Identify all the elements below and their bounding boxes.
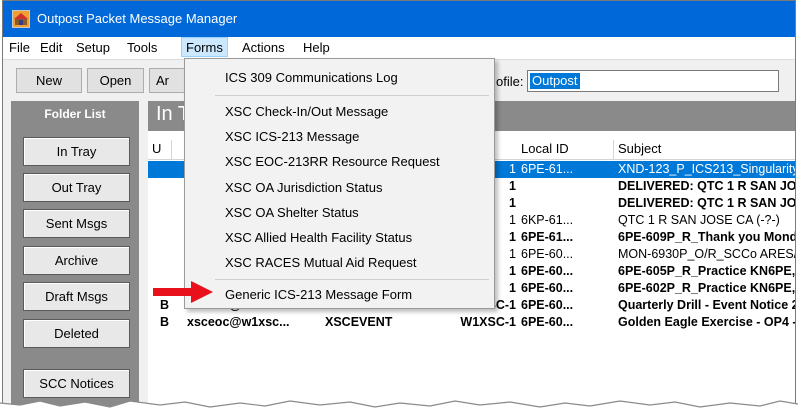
cell-local-id: 6PE-60... — [521, 247, 574, 261]
menu-item-xsc-checkin[interactable]: XSC Check-In/Out Message — [225, 104, 388, 119]
menu-item-xsc-oa-shelter[interactable]: XSC OA Shelter Status — [225, 205, 359, 220]
menu-item-xsc-allied-health[interactable]: XSC Allied Health Facility Status — [225, 230, 412, 245]
cell-subject: 6PE-609P_R_Thank you Monday — [618, 230, 796, 244]
cell-local-id: 6PE-60... — [521, 298, 574, 312]
window-title: Outpost Packet Message Manager — [37, 11, 238, 26]
cell-local-id: 6PE-61... — [521, 162, 574, 176]
menu-setup[interactable]: Setup — [76, 40, 110, 55]
column-local-id[interactable]: Local ID — [517, 140, 614, 159]
profile-field[interactable]: Outpost — [527, 70, 779, 92]
table-row[interactable]: Bxsceoc@w1xsc... XSCEVENT W1XSC-1 6PE-60...… — [148, 314, 796, 331]
title-bar: Outpost Packet Message Manager — [3, 1, 795, 37]
cell-local-id: 6PE-60... — [521, 315, 574, 329]
cell-u: B — [160, 315, 170, 329]
menu-help[interactable]: Help — [303, 40, 330, 55]
menu-item-xsc-ics213[interactable]: XSC ICS-213 Message — [225, 129, 359, 144]
profile-value: Outpost — [530, 73, 580, 89]
menu-item-xsc-oa-jurisdiction[interactable]: XSC OA Jurisdiction Status — [225, 180, 383, 195]
app-window: Outpost Packet Message Manager File Edit… — [2, 0, 796, 411]
open-button[interactable]: Open — [87, 68, 144, 93]
folder-in-tray[interactable]: In Tray — [23, 137, 130, 166]
cell-subject: QTC 1 R SAN JOSE CA (-?-) — [618, 213, 780, 227]
folder-archive[interactable]: Archive — [23, 246, 130, 275]
menu-actions[interactable]: Actions — [242, 40, 285, 55]
menu-file[interactable]: File — [9, 40, 30, 55]
column-subject[interactable]: Subject — [614, 140, 795, 159]
archive-button[interactable]: Ar — [149, 68, 189, 93]
column-u[interactable]: U — [148, 140, 172, 159]
cell-subject: XND-123_P_ICS213_Singularity — [618, 162, 796, 176]
menu-bar: File Edit Setup Tools Forms Actions Help — [3, 37, 795, 60]
outpost-app-icon — [12, 10, 30, 28]
folder-draft-msgs[interactable]: Draft Msgs — [23, 282, 130, 311]
forms-dropdown-menu: ICS 309 Communications Log XSC Check-In/… — [184, 58, 495, 309]
cell-subject: 6PE-605P_R_Practice KN6PE, J — [618, 264, 796, 278]
profile-label: ofile: — [496, 74, 524, 89]
menu-item-ics309[interactable]: ICS 309 Communications Log — [225, 70, 398, 85]
menu-forms[interactable]: Forms — [181, 37, 228, 57]
menu-item-generic-ics213[interactable]: Generic ICS-213 Message Form — [225, 287, 412, 302]
menu-edit[interactable]: Edit — [40, 40, 62, 55]
menu-item-xsc-eoc213rr[interactable]: XSC EOC-213RR Resource Request — [225, 154, 440, 169]
folder-deleted[interactable]: Deleted — [23, 319, 130, 348]
menu-separator — [215, 279, 489, 280]
folder-scc-notices[interactable]: SCC Notices — [23, 369, 130, 398]
cell-local-id: 6PE-60... — [521, 264, 574, 278]
cell-local-id: 6PE-61... — [521, 230, 574, 244]
cell-to: XSCEVENT — [325, 315, 393, 329]
cell-subject: MON-6930P_O/R_SCCo ARES/R — [618, 247, 796, 261]
cell-subject: Golden Eagle Exercise - OP4 - N — [618, 315, 796, 329]
folder-out-tray[interactable]: Out Tray — [23, 173, 130, 202]
cell-from: xsceoc@w1xsc... — [187, 315, 290, 329]
cell-local-id: 6KP-61... — [521, 213, 574, 227]
folder-list-header: Folder List — [44, 107, 106, 121]
folder-sent-msgs[interactable]: Sent Msgs — [23, 209, 130, 238]
cell-subject: Quarterly Drill - Event Notice 21- — [618, 298, 796, 312]
red-arrow-icon — [153, 281, 213, 303]
cell-subject: 6PE-602P_R_Practice KN6PE, J — [618, 281, 796, 295]
torn-edge-decoration — [0, 400, 798, 413]
menu-separator — [215, 95, 489, 96]
menu-item-xsc-races-mutual-aid[interactable]: XSC RACES Mutual Aid Request — [225, 255, 416, 270]
cell-subject: DELIVERED: QTC 1 R SAN JOSE C — [618, 196, 796, 210]
cell-bbs: W1XSC-1 — [460, 315, 516, 329]
cell-subject: DELIVERED: QTC 1 R SAN JOSE C — [618, 179, 796, 193]
menu-tools[interactable]: Tools — [127, 40, 157, 55]
cell-local-id: 6PE-60... — [521, 281, 574, 295]
folder-list-panel: Folder List In Tray Out Tray Sent Msgs A… — [11, 101, 139, 410]
new-button[interactable]: New — [16, 68, 82, 93]
